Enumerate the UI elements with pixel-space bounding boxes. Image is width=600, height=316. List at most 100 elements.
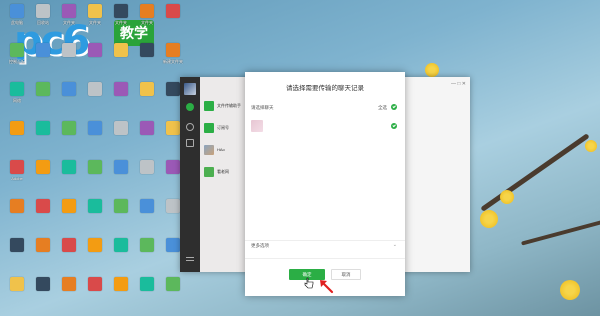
desktop-icon[interactable] <box>108 82 134 116</box>
desktop-icon[interactable] <box>4 199 30 233</box>
app-icon <box>166 160 180 174</box>
desktop-icon-label: 此电脑 <box>11 20 23 25</box>
avatar[interactable] <box>184 83 196 95</box>
desktop-icon[interactable]: Adobe <box>4 160 30 194</box>
desktop-icon[interactable] <box>56 199 82 233</box>
app-icon <box>10 121 24 135</box>
desktop-icon[interactable] <box>56 160 82 194</box>
dialog-title: 请选择需要传输的聊天记录 <box>286 85 364 92</box>
chat-name: 订阅号 <box>217 125 229 130</box>
app-icon <box>10 4 24 18</box>
app-icon <box>114 43 128 57</box>
desktop-icon[interactable] <box>56 238 82 272</box>
app-icon <box>140 43 154 57</box>
desktop-icon[interactable] <box>134 121 160 155</box>
desktop-icon[interactable] <box>134 238 160 272</box>
desktop-icon[interactable] <box>108 238 134 272</box>
desktop-icon[interactable] <box>134 160 160 194</box>
menu-icon[interactable] <box>186 257 194 261</box>
desktop-icon[interactable] <box>56 121 82 155</box>
list-item[interactable]: 订阅号 <box>204 123 244 135</box>
cancel-button[interactable]: 取消 <box>331 269 361 280</box>
app-icon <box>10 238 24 252</box>
desktop-icon[interactable]: 文件夹 <box>134 4 160 38</box>
desktop-icon[interactable] <box>82 160 108 194</box>
app-icon <box>204 167 214 177</box>
desktop-icon[interactable]: 文件夹 <box>82 4 108 38</box>
desktop-icon[interactable] <box>82 43 108 77</box>
app-icon <box>140 4 154 18</box>
app-icon <box>140 277 154 291</box>
desktop-icon[interactable] <box>108 277 134 311</box>
desktop-icon[interactable] <box>30 199 56 233</box>
desktop-icon[interactable]: 文件夹 <box>56 4 82 38</box>
desktop-icon[interactable] <box>30 82 56 116</box>
contacts-icon[interactable] <box>186 123 194 131</box>
desktop-icon-label: 控制面板 <box>9 59 25 64</box>
desktop-icon[interactable] <box>4 121 30 155</box>
desktop-icon[interactable]: 回收站 <box>30 4 56 38</box>
desktop-icon[interactable] <box>108 43 134 77</box>
chevron-down-icon: ⌄ <box>392 242 397 248</box>
desktop-icon[interactable] <box>160 4 186 38</box>
chat-list: 文件传输助手 订阅号 HAo 看老网 <box>200 77 248 272</box>
app-icon <box>114 160 128 174</box>
desktop-icon[interactable] <box>82 121 108 155</box>
chat-checkbox[interactable] <box>391 123 397 129</box>
desktop-icon[interactable]: 控制面板 <box>4 43 30 77</box>
app-icon <box>114 4 128 18</box>
desktop-icon[interactable] <box>4 238 30 272</box>
desktop-icon[interactable] <box>134 43 160 77</box>
desktop-icon[interactable] <box>108 199 134 233</box>
desktop-icon[interactable] <box>56 82 82 116</box>
app-icon <box>166 82 180 96</box>
desktop-icon[interactable] <box>82 82 108 116</box>
desktop-icon[interactable] <box>134 199 160 233</box>
app-icon <box>140 160 154 174</box>
flower-decoration <box>560 280 580 300</box>
desktop-icon[interactable] <box>82 238 108 272</box>
desktop-icon[interactable] <box>30 43 56 77</box>
list-item[interactable]: 文件传输助手 <box>204 101 244 113</box>
subscription-icon <box>204 123 214 133</box>
desktop-icon[interactable] <box>56 277 82 311</box>
app-icon <box>88 277 102 291</box>
desktop-icon[interactable] <box>108 121 134 155</box>
chat-option-row[interactable] <box>249 118 401 134</box>
desktop-icon[interactable] <box>56 43 82 77</box>
desktop-icon[interactable]: 此电脑 <box>4 4 30 38</box>
desktop-icon[interactable] <box>160 277 186 311</box>
desktop-icon[interactable] <box>134 277 160 311</box>
app-icon <box>88 121 102 135</box>
select-all-label[interactable]: 全选 <box>378 105 387 111</box>
desktop-icon[interactable] <box>82 199 108 233</box>
select-all-checkbox[interactable] <box>391 104 397 110</box>
desktop-icon[interactable] <box>30 238 56 272</box>
app-icon <box>140 238 154 252</box>
desktop-icon-label: 文件夹 <box>63 20 75 25</box>
app-icon <box>166 4 180 18</box>
desktop-icon-label: Adobe <box>11 176 23 181</box>
desktop-icon[interactable]: 文件夹 <box>108 4 134 38</box>
chat-icon[interactable] <box>186 103 194 111</box>
chat-name: HAo <box>217 147 225 152</box>
desktop-icon[interactable]: 网络 <box>4 82 30 116</box>
more-options[interactable]: 更多选项 ⌄ <box>245 240 405 250</box>
desktop-icon-label: 文件夹 <box>115 20 127 25</box>
list-item[interactable]: 看老网 <box>204 167 244 179</box>
desktop-icon[interactable] <box>134 82 160 116</box>
list-item[interactable]: HAo <box>204 145 244 157</box>
desktop-icon[interactable]: 新建文件夹 <box>160 43 186 77</box>
app-icon <box>88 4 102 18</box>
desktop-icon[interactable] <box>30 160 56 194</box>
desktop-icon[interactable] <box>4 277 30 311</box>
desktop-icon[interactable] <box>82 277 108 311</box>
app-icon <box>62 277 76 291</box>
desktop-icon[interactable] <box>30 121 56 155</box>
app-icon <box>62 238 76 252</box>
favorites-icon[interactable] <box>186 139 194 147</box>
desktop-icon[interactable] <box>30 277 56 311</box>
desktop-icon[interactable] <box>108 160 134 194</box>
window-controls[interactable]: — □ ✕ <box>451 81 466 87</box>
app-icon <box>88 160 102 174</box>
